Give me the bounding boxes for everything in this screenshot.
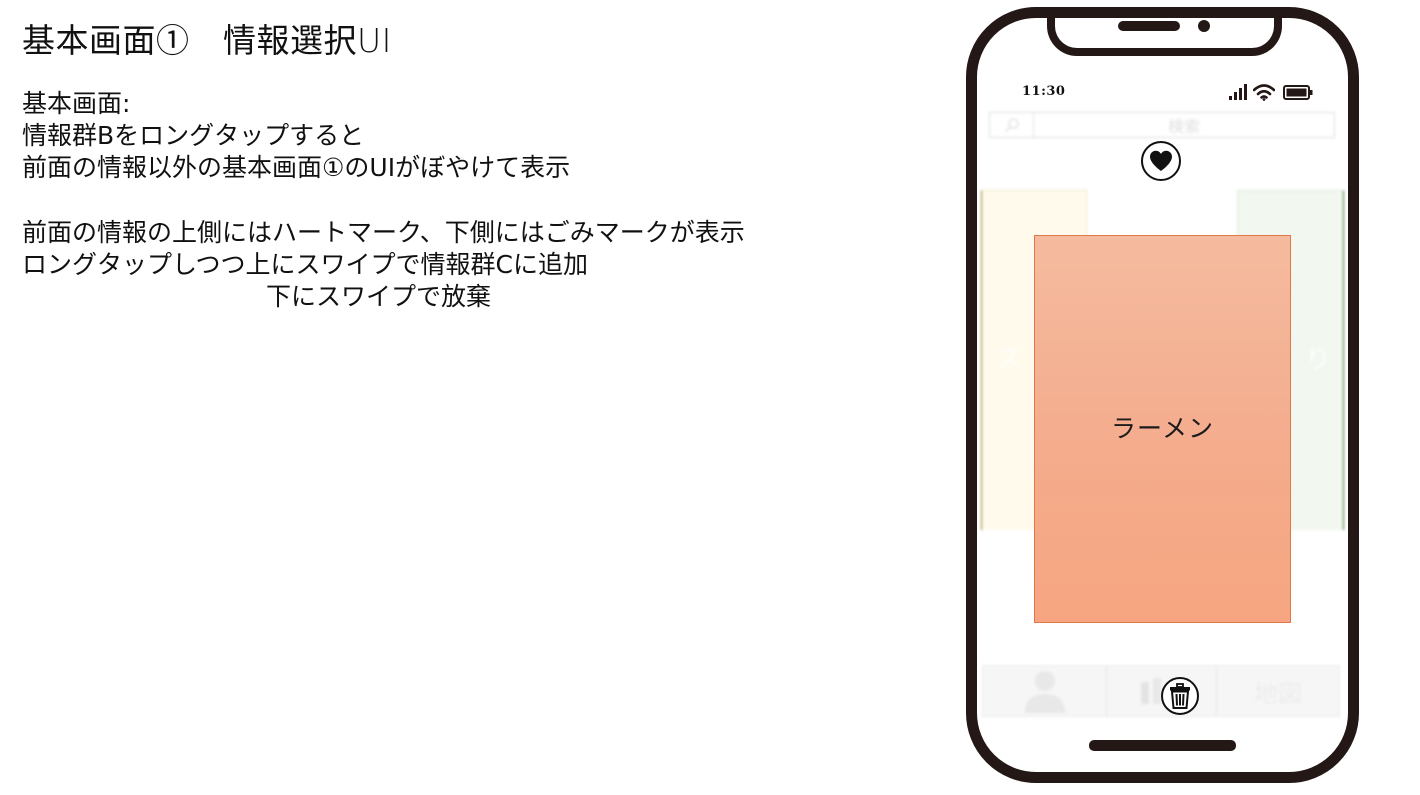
person-icon [1024,671,1065,713]
nav-item-profile[interactable] [983,666,1107,716]
description-line: 基本画面: [22,89,131,118]
trash-icon [1170,683,1190,709]
search-icon[interactable] [990,113,1034,137]
background-card-right-label: り [1304,345,1331,375]
search-input[interactable]: 検索 [1034,113,1334,137]
favorite-button[interactable] [1141,141,1181,181]
slide-title: 基本画面① 情報選択UI [22,21,392,60]
description-line: 情報群Bをロングタップすると [22,121,365,150]
home-indicator[interactable] [1089,740,1236,751]
delete-button[interactable] [1161,677,1199,715]
description-line: 下にスワイプで放棄 [266,282,492,311]
focused-info-card[interactable]: ラーメン [1034,235,1291,623]
background-card-left-label: ス [996,345,1023,375]
description-block-2: 前面の情報の上側にはハートマーク、下側にはごみマークが表示 ロングタップしつつ上… [22,217,745,313]
focused-card-label: ラーメン [1110,414,1214,443]
description-block-1: 基本画面: 情報群Bをロングタップすると 前面の情報以外の基本画面①のUIがぼや… [22,88,570,184]
nav-item-map[interactable]: 地図 [1217,666,1339,716]
description-line: 前面の情報の上側にはハートマーク、下側にはごみマークが表示 [22,218,745,247]
heart-icon [1150,150,1172,171]
description-line: ロングタップしつつ上にスワイプで情報群Cに追加 [22,250,588,279]
description-line: 前面の情報以外の基本画面①のUIがぼやけて表示 [22,153,571,182]
phone-mockup: 11:30 検索 ス り 地図 ラーメン [966,7,1359,783]
search-bar[interactable]: 検索 [989,112,1335,138]
